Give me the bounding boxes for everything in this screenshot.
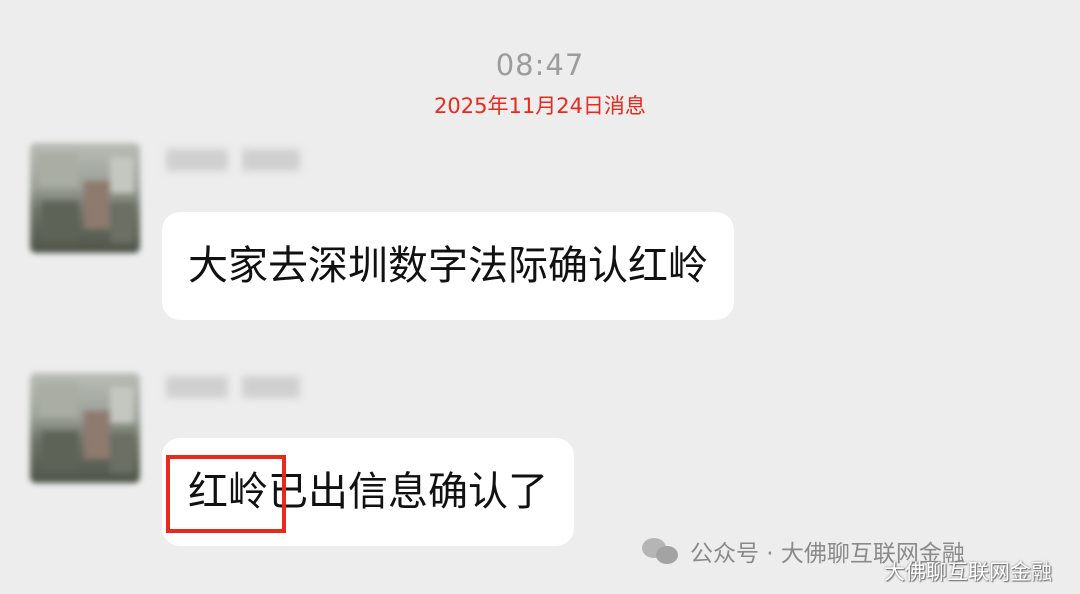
avatar[interactable] [30, 373, 140, 483]
avatar[interactable] [30, 143, 140, 253]
wechat-icon [642, 536, 680, 566]
date-annotation: 2025年11月24日消息 [434, 94, 646, 118]
highlighted-text: 红岭 [188, 469, 268, 515]
watermark-overlay: 大佛聊互联网金融 [884, 560, 1052, 584]
message-bubble[interactable]: 红岭已出信息确认了 [162, 438, 574, 546]
message-text: 已出信息确认了 [268, 469, 548, 515]
message-bubble[interactable]: 大家去深圳数字法际确认红岭 [162, 212, 734, 320]
message-text: 大家去深圳数字法际确认红岭 [188, 243, 708, 289]
chat-timestamp: 08:47 [495, 48, 585, 82]
